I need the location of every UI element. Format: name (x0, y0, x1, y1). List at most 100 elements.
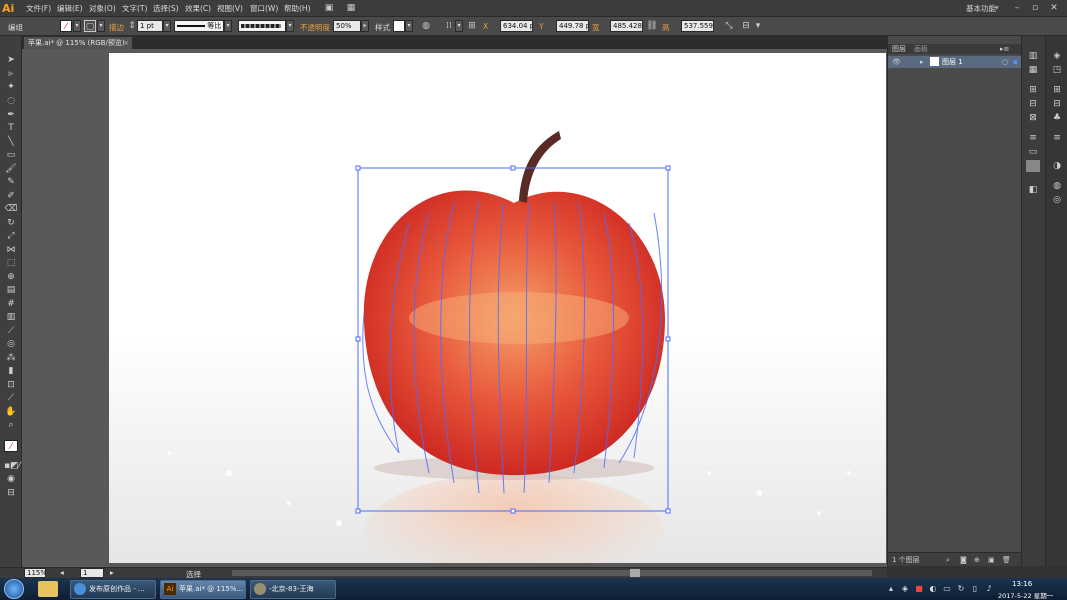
pathfinder-dock-icon[interactable]: ♣ (1050, 112, 1064, 124)
line-tool-icon[interactable]: ╲ (4, 136, 18, 148)
stroke-weight-field[interactable]: 1 pt (137, 20, 163, 32)
artboard-number-field[interactable]: 1 (80, 568, 104, 578)
selection-indicator-icon[interactable]: ▪ (1013, 57, 1018, 67)
brushes-icon[interactable]: ⊟ (1026, 98, 1040, 110)
fill-swatch-icon[interactable]: ⁄ (60, 20, 72, 32)
tray-network-icon[interactable]: ◐ (928, 584, 938, 594)
tray-sync-icon[interactable]: ↻ (956, 584, 966, 594)
artboard-prev-icon[interactable]: ◂ (60, 568, 64, 577)
menu-help[interactable]: 帮助(H) (284, 3, 311, 14)
brush-dropdown-icon[interactable]: ▾ (286, 20, 294, 32)
eyedropper-tool-icon[interactable]: ⟋ (4, 325, 18, 337)
menu-edit[interactable]: 编辑(E) (57, 3, 83, 14)
expand-chevron-icon[interactable]: ▸ (920, 57, 924, 67)
scale-tool-icon[interactable]: ⤢ (4, 230, 18, 242)
menu-select[interactable]: 选择(S) (153, 3, 179, 14)
zoom-field[interactable]: 115% (24, 568, 46, 578)
tab-artboards[interactable]: 画板 (914, 44, 928, 54)
delete-layer-icon[interactable]: 🗑 (1002, 555, 1011, 565)
menu-type[interactable]: 文字(T) (122, 3, 147, 14)
tray-display-icon[interactable]: ▯ (970, 584, 980, 594)
align-dropdown-icon[interactable]: ▾ (455, 20, 463, 32)
magic-wand-tool-icon[interactable]: ✦ (4, 81, 18, 93)
x-position-field[interactable]: 634.04 p (500, 20, 533, 32)
scrollbar-thumb[interactable] (630, 569, 640, 577)
new-sublayer-icon[interactable]: ⊕ (974, 555, 980, 565)
width-tool-icon[interactable]: ⋈ (4, 244, 18, 256)
lasso-tool-icon[interactable]: ◌ (4, 95, 18, 107)
profile-dropdown-icon[interactable]: ▾ (224, 20, 232, 32)
volume-icon[interactable]: ♪ (984, 584, 994, 594)
slice-tool-icon[interactable]: ⟋ (4, 392, 18, 404)
link-proportions-icon[interactable]: ⛓ (646, 20, 658, 32)
free-transform-tool-icon[interactable]: ⬚ (4, 257, 18, 269)
layer-name[interactable]: 图层 1 (942, 57, 963, 67)
align-icon[interactable]: ⁞⁞ (443, 20, 455, 32)
width-field[interactable]: 485.428 (610, 20, 643, 32)
graphic-style-swatch[interactable] (393, 20, 405, 32)
taskbar-browser-button[interactable]: 发布原创作品 - ... (70, 580, 156, 599)
minimize-icon[interactable]: – (1010, 2, 1024, 14)
target-icon[interactable]: ○ (1002, 57, 1008, 67)
variable-width-profile[interactable]: 等比 (174, 20, 224, 32)
layers-dock-icon[interactable]: ◈ (1050, 50, 1064, 62)
clock-time[interactable]: 13:16 (1012, 580, 1032, 588)
transparency-dock-icon[interactable]: ◑ (1050, 160, 1064, 172)
perspective-grid-tool-icon[interactable]: ▤ (4, 284, 18, 296)
appearance-icon[interactable]: ◧ (1026, 184, 1040, 196)
arrange-docs-icon[interactable]: ▦ (345, 2, 357, 14)
taskbar-illustrator-button[interactable]: Ai 苹果.ai* @ 115%... (160, 580, 246, 599)
document-tab[interactable]: 苹果.ai* @ 115% (RGB/预览) × (24, 37, 132, 49)
draw-mode-icon[interactable]: ◉ (4, 473, 18, 485)
graph-tool-icon[interactable]: ▮ (4, 365, 18, 377)
eraser-tool-icon[interactable]: ⌫ (4, 203, 18, 215)
file-explorer-icon[interactable] (38, 581, 58, 597)
color-guide-icon[interactable]: ▦ (1026, 64, 1040, 76)
clipping-mask-icon[interactable]: ◙ (960, 555, 967, 565)
y-position-field[interactable]: 449.78 p (556, 20, 589, 32)
stroke-swatch-icon[interactable]: ▢ (84, 20, 96, 32)
type-tool-icon[interactable]: T (4, 122, 18, 134)
close-icon[interactable]: ✕ (1047, 2, 1061, 14)
fill-preview-swatch[interactable] (1026, 160, 1040, 172)
pencil-tool-icon[interactable]: ✎ (4, 176, 18, 188)
transform-icon[interactable]: ⤡ (723, 20, 735, 32)
apple-artwork[interactable] (109, 53, 886, 563)
tray-shield-icon[interactable]: ◈ (900, 584, 910, 594)
direct-selection-tool-icon[interactable]: ▹ (4, 68, 18, 80)
stroke-dropdown-icon[interactable]: ▾ (97, 20, 105, 32)
brush-definition[interactable] (238, 20, 286, 32)
tray-expand-icon[interactable]: ▴ (886, 584, 896, 594)
tab-layers[interactable]: 图层 (892, 44, 906, 54)
menu-window[interactable]: 窗口(W) (250, 3, 278, 14)
symbol-sprayer-tool-icon[interactable]: ⁂ (4, 352, 18, 364)
taskbar-chat-button[interactable]: -北京-83-王海 (250, 580, 336, 599)
start-button[interactable] (4, 579, 24, 599)
color-panel-icon[interactable]: ▥ (1026, 50, 1040, 62)
stroke-panel-icon[interactable]: ≡ (1026, 132, 1040, 144)
restore-icon[interactable]: ▫ (1028, 2, 1042, 14)
artboard-tool-icon[interactable]: ⊡ (4, 379, 18, 391)
style-dropdown-icon[interactable]: ▾ (405, 20, 413, 32)
locate-object-icon[interactable]: ⌕ (946, 555, 950, 565)
gradient-tool-icon[interactable]: ▥ (4, 311, 18, 323)
opacity-label[interactable]: 不透明度 (300, 22, 330, 33)
recolor-artwork-icon[interactable]: ◍ (420, 20, 432, 32)
gradient-panel-icon[interactable]: ▭ (1026, 146, 1040, 158)
align-dock-icon[interactable]: ⊞ (1050, 84, 1064, 96)
menu-view[interactable]: 视图(V) (217, 3, 243, 14)
stroke-weight-dropdown-icon[interactable]: ▾ (163, 20, 171, 32)
swatches-icon[interactable]: ⊞ (1026, 84, 1040, 96)
horizontal-scrollbar[interactable] (232, 570, 872, 576)
bridge-icon[interactable]: ▣ (323, 2, 335, 14)
clock-date[interactable]: 2017-5-22 星期一 (998, 590, 1053, 600)
opacity-dropdown-icon[interactable]: ▸ (361, 20, 369, 32)
pen-tool-icon[interactable]: ✒ (4, 109, 18, 121)
reference-point-icon[interactable]: ⊞ (466, 20, 478, 32)
panel-menu-icon[interactable]: ▸≡ (1000, 44, 1009, 54)
graphic-styles-dock-icon[interactable]: ◎ (1050, 194, 1064, 206)
opacity-field[interactable]: 50% (333, 20, 361, 32)
height-field[interactable]: 537.559 (681, 20, 714, 32)
tray-monitor-icon[interactable]: ▭ (942, 584, 952, 594)
paintbrush-tool-icon[interactable]: 🖌 (4, 163, 18, 175)
